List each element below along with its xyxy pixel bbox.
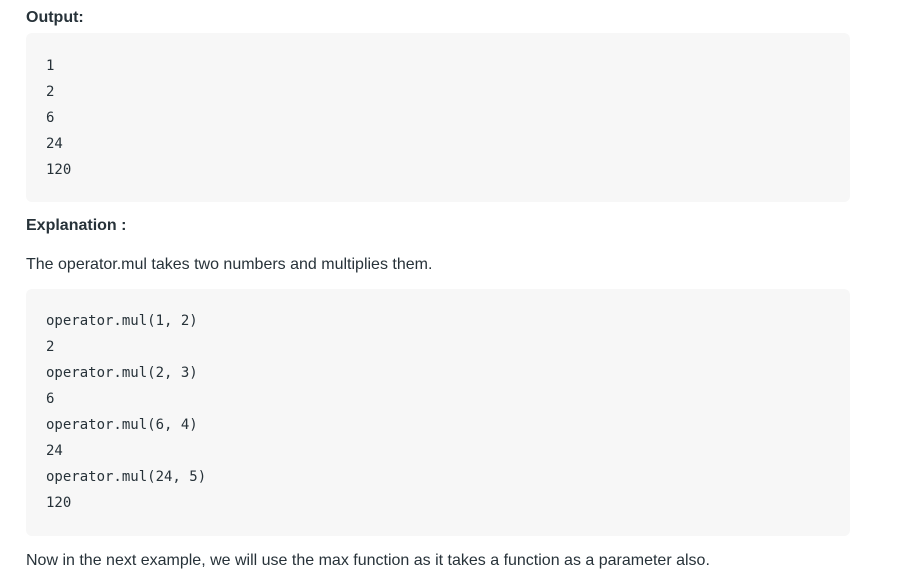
code-line: 6 (46, 391, 55, 407)
explanation-code-block: operator.mul(1, 2) 2 operator.mul(2, 3) … (26, 289, 850, 536)
output-line: 2 (46, 84, 55, 100)
code-line: 2 (46, 339, 55, 355)
explanation-outro-text: Now in the next example, we will use the… (26, 552, 710, 569)
explanation-intro-text: The operator.mul takes two numbers and m… (26, 256, 433, 273)
code-line: operator.mul(6, 4) (46, 417, 198, 433)
code-line: 24 (46, 443, 63, 459)
output-line: 1 (46, 58, 55, 74)
code-line: operator.mul(24, 5) (46, 469, 207, 485)
output-line: 24 (46, 136, 63, 152)
code-line: 120 (46, 495, 72, 511)
code-line: operator.mul(2, 3) (46, 365, 198, 381)
explanation-heading: Explanation : (26, 217, 127, 234)
output-line: 120 (46, 162, 72, 178)
output-line: 6 (46, 110, 55, 126)
output-code-block: 1 2 6 24 120 (26, 33, 850, 202)
output-heading: Output: (26, 9, 84, 26)
code-line: operator.mul(1, 2) (46, 313, 198, 329)
